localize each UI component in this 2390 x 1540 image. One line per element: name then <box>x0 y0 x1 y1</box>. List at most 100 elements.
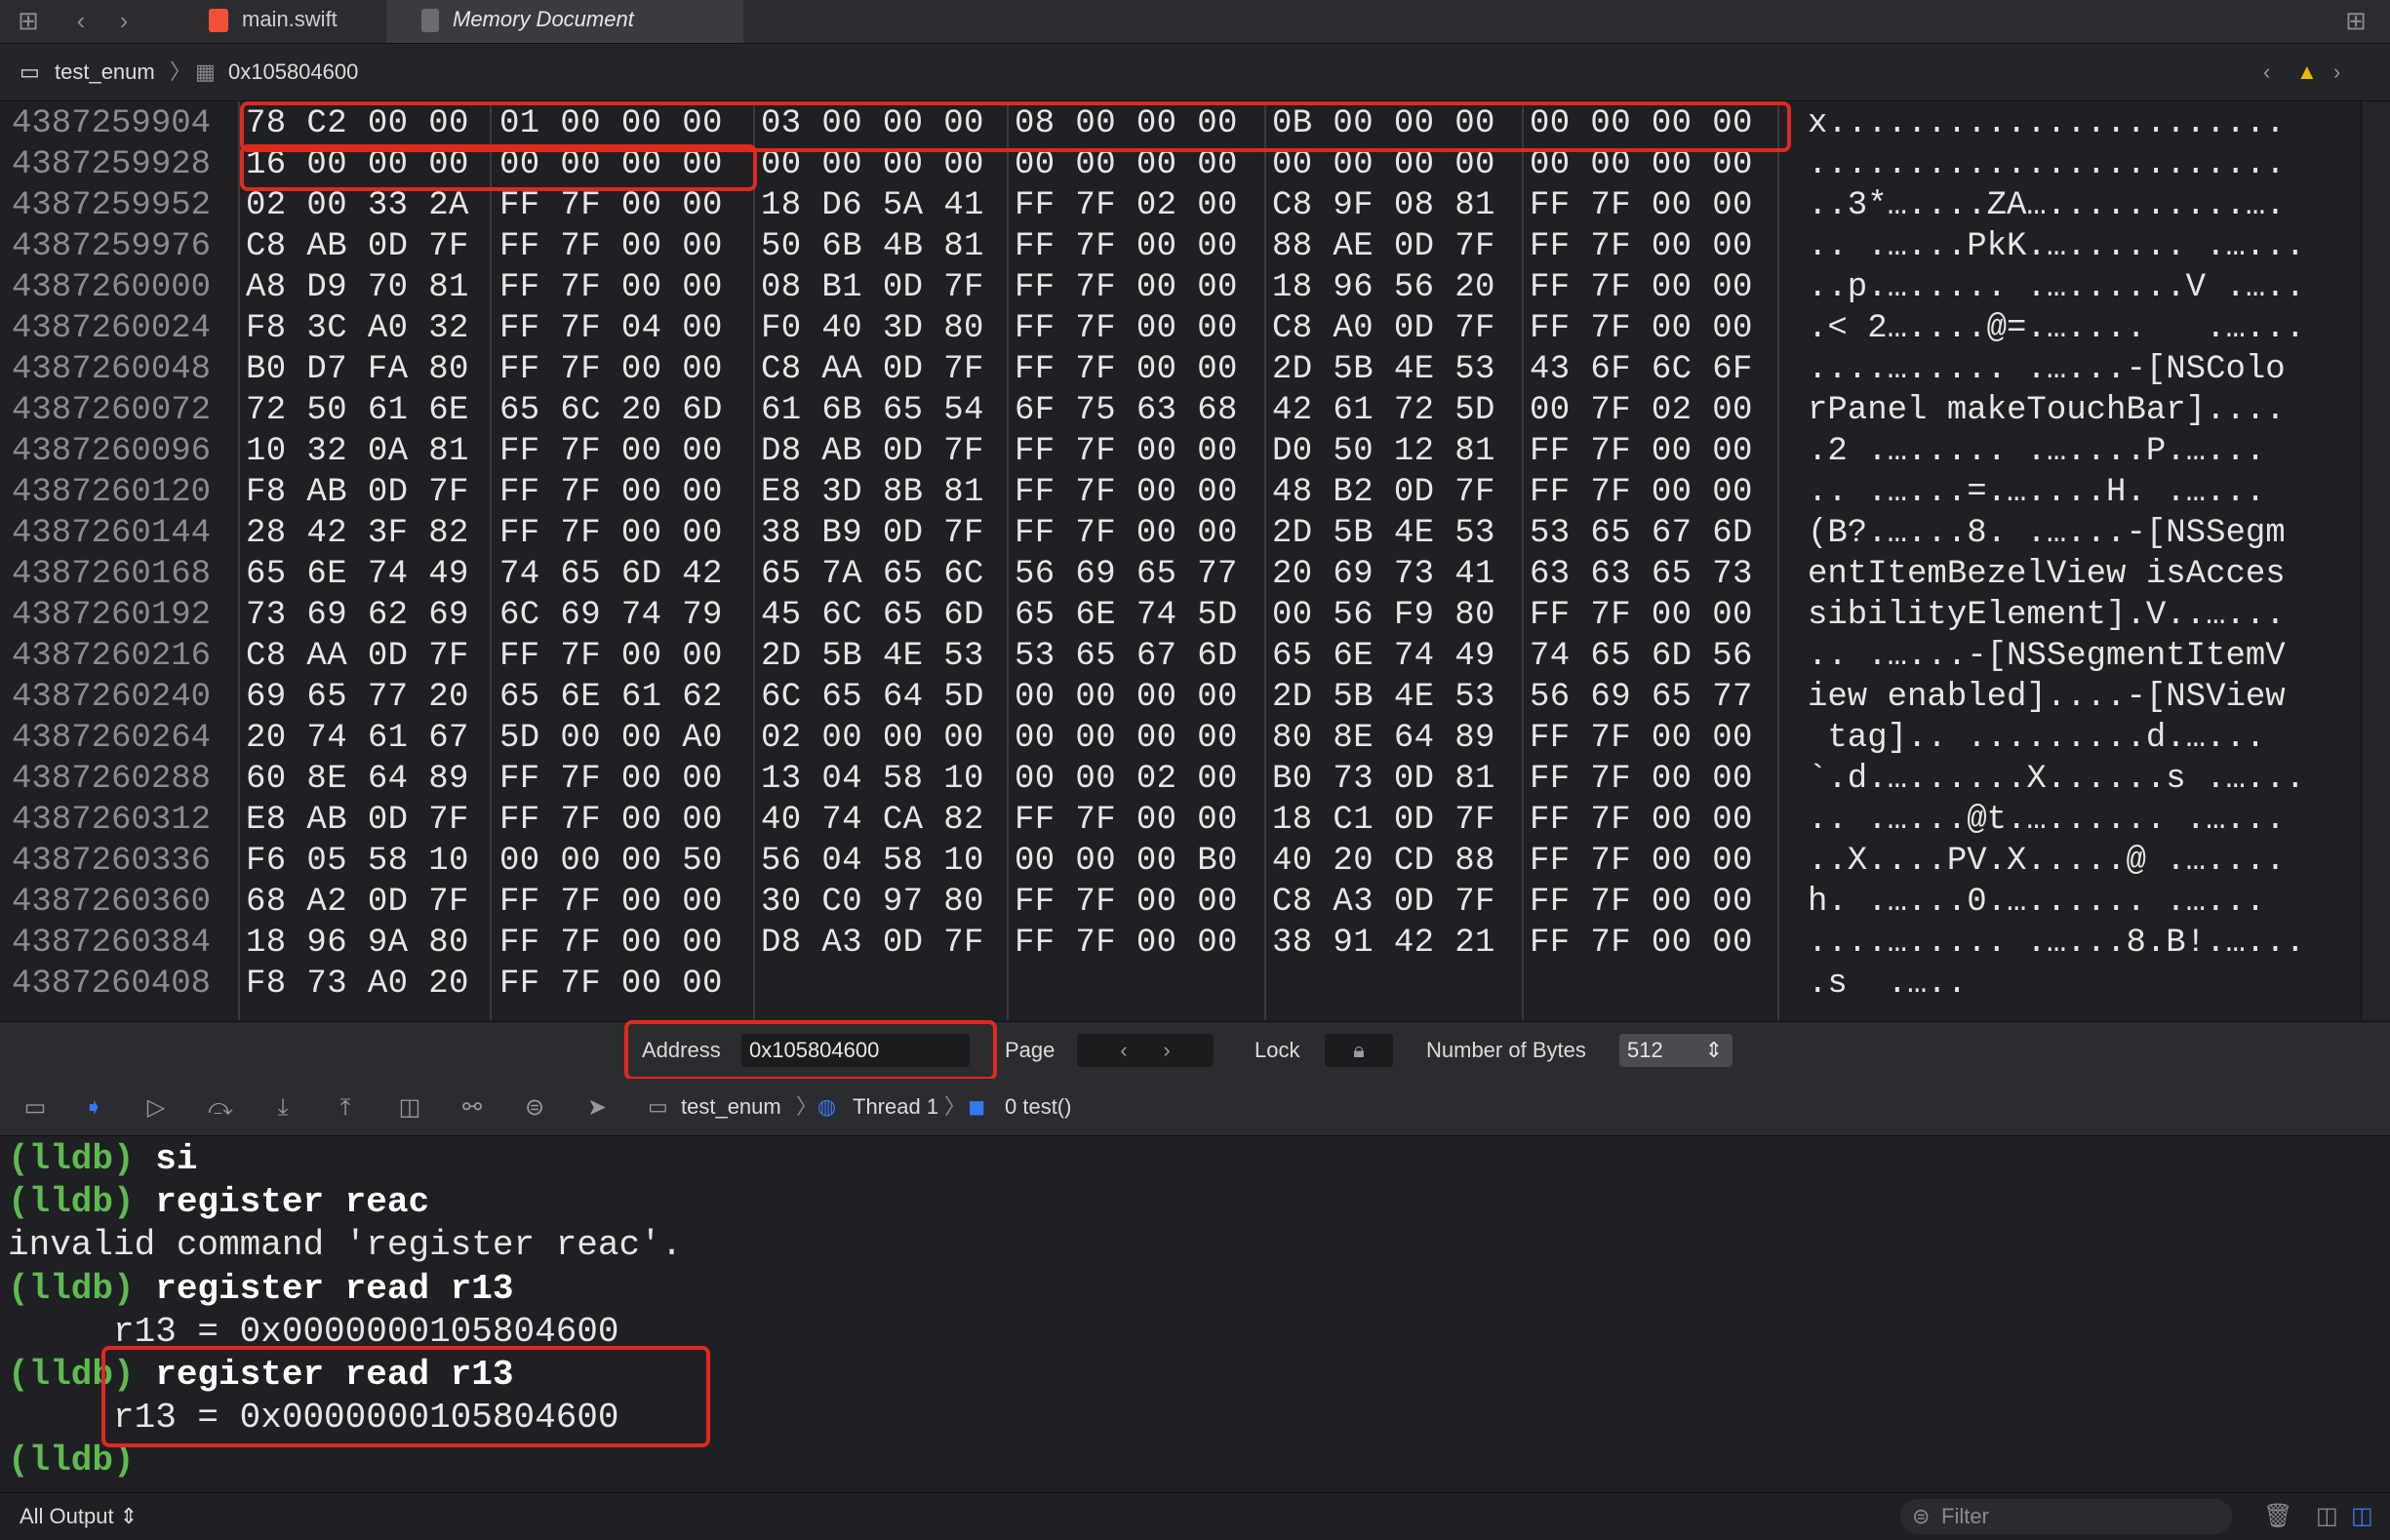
hex-byte-group[interactable]: 18 D6 5A 41 <box>761 187 1011 224</box>
hex-byte-group[interactable]: FF 7F 00 00 <box>1015 884 1264 921</box>
step-over-icon[interactable]: ⤼ <box>205 1092 236 1124</box>
hex-byte-group[interactable]: 72 50 61 6E <box>246 392 496 429</box>
ascii-text[interactable]: h. .…...0.…...... .…... <box>1808 884 2334 921</box>
hex-byte-group[interactable]: 13 04 58 10 <box>761 761 1011 798</box>
hex-byte-group[interactable]: 00 00 00 00 <box>761 146 1011 183</box>
hex-byte-group[interactable]: 65 6E 74 5D <box>1015 597 1264 634</box>
ascii-text[interactable]: `.d.…......X......s .…... <box>1808 761 2334 798</box>
hex-byte-group[interactable]: 2D 5B 4E 53 <box>1272 351 1522 388</box>
hex-byte-group[interactable]: 38 91 42 21 <box>1272 925 1522 962</box>
hex-byte-group[interactable]: FF 7F 00 00 <box>1015 228 1264 265</box>
hex-byte-group[interactable]: 03 00 00 00 <box>761 105 1011 142</box>
hex-byte-group[interactable]: 00 00 00 50 <box>499 843 749 880</box>
memory-graph-icon[interactable]: ⚯ <box>457 1092 488 1124</box>
ascii-text[interactable]: entItemBezelView isAcces <box>1808 556 2334 593</box>
hex-byte-group[interactable]: F8 3C A0 32 <box>246 310 496 347</box>
output-selector[interactable]: All Output ⇕ <box>20 1493 138 1540</box>
hex-byte-group[interactable]: 60 8E 64 89 <box>246 761 496 798</box>
ascii-text[interactable]: sibilityElement].V..…... <box>1808 597 2334 634</box>
hex-byte-group[interactable]: 38 B9 0D 7F <box>761 515 1011 552</box>
ascii-text[interactable]: x....................... <box>1808 105 2334 142</box>
debug-breadcrumb-thread[interactable]: Thread 1 <box>853 1079 938 1135</box>
page-stepper[interactable]: ‹ › <box>1077 1034 1214 1067</box>
ascii-text[interactable]: ..3*…....ZA…..........…. <box>1808 187 2334 224</box>
hex-byte-group[interactable]: 65 6E 74 49 <box>246 556 496 593</box>
hex-byte-group[interactable]: FF 7F 00 00 <box>499 187 749 224</box>
hex-byte-group[interactable]: 00 00 00 00 <box>1015 146 1264 183</box>
hex-byte-group[interactable]: D8 A3 0D 7F <box>761 925 1011 962</box>
hex-byte-group[interactable]: 16 00 00 00 <box>246 146 496 183</box>
hex-byte-group[interactable]: 6C 69 74 79 <box>499 597 749 634</box>
hex-byte-group[interactable]: FF 7F 00 00 <box>499 802 749 839</box>
hex-byte-group[interactable]: 00 00 00 00 <box>499 146 749 183</box>
chevron-right-icon[interactable]: › <box>1163 1038 1170 1062</box>
hex-byte-group[interactable]: 65 6C 20 6D <box>499 392 749 429</box>
hex-byte-group[interactable]: F8 73 A0 20 <box>246 966 496 1003</box>
hex-byte-group[interactable]: 00 00 00 00 <box>1272 146 1522 183</box>
hex-byte-group[interactable]: 74 65 6D 56 <box>1530 638 1779 675</box>
view-debugger-icon[interactable]: ◫ <box>394 1092 425 1124</box>
hex-byte-group[interactable]: 5D 00 00 A0 <box>499 720 749 757</box>
hex-byte-group[interactable]: D8 AB 0D 7F <box>761 433 1011 470</box>
ascii-text[interactable]: rPanel makeTouchBar].... <box>1808 392 2334 429</box>
environment-overrides-icon[interactable]: ⊜ <box>519 1092 550 1124</box>
hex-byte-group[interactable]: FF 7F 00 00 <box>1530 433 1779 470</box>
ascii-text[interactable]: .< 2…....@=.….... .…... <box>1808 310 2334 347</box>
hex-byte-group[interactable]: FF 7F 00 00 <box>499 474 749 511</box>
breadcrumb-project[interactable]: test_enum <box>55 44 155 100</box>
hex-byte-group[interactable]: FF 7F 00 00 <box>1530 310 1779 347</box>
hex-byte-group[interactable]: F0 40 3D 80 <box>761 310 1011 347</box>
hex-byte-group[interactable]: E8 AB 0D 7F <box>246 802 496 839</box>
breadcrumb-address[interactable]: 0x105804600 <box>228 44 358 100</box>
hex-byte-group[interactable]: 6C 65 64 5D <box>761 679 1011 716</box>
ascii-text[interactable]: ....…..... .…...-[NSColo <box>1808 351 2334 388</box>
hex-byte-group[interactable]: 00 00 00 00 <box>1530 146 1779 183</box>
ascii-text[interactable]: .. .…...=.…....H. .…... <box>1808 474 2334 511</box>
ascii-text[interactable]: ........................ <box>1808 146 2334 183</box>
tab-main-swift[interactable]: main.swift <box>191 0 400 43</box>
hex-byte-group[interactable]: 00 56 F9 80 <box>1272 597 1522 634</box>
breakpoints-toggle-icon[interactable]: ➧ <box>78 1092 109 1124</box>
hex-byte-group[interactable]: 42 61 72 5D <box>1272 392 1522 429</box>
hex-byte-group[interactable]: 00 00 02 00 <box>1015 761 1264 798</box>
address-field[interactable]: 0x105804600 <box>741 1034 970 1067</box>
hex-byte-group[interactable]: 02 00 33 2A <box>246 187 496 224</box>
hex-byte-group[interactable]: FF 7F 00 00 <box>499 884 749 921</box>
hex-byte-group[interactable]: 18 96 56 20 <box>1272 269 1522 306</box>
hex-byte-group[interactable]: C8 AB 0D 7F <box>246 228 496 265</box>
hex-byte-group[interactable]: 69 65 77 20 <box>246 679 496 716</box>
ascii-text[interactable]: ..p.…..... .…......V .….. <box>1808 269 2334 306</box>
hex-byte-group[interactable]: 50 6B 4B 81 <box>761 228 1011 265</box>
hex-byte-group[interactable]: 00 00 00 00 <box>1530 105 1779 142</box>
debug-breadcrumb-frame[interactable]: 0 test() <box>1005 1079 1071 1135</box>
hex-byte-group[interactable]: E8 3D 8B 81 <box>761 474 1011 511</box>
hex-byte-group[interactable]: 65 7A 65 6C <box>761 556 1011 593</box>
hex-byte-group[interactable]: F6 05 58 10 <box>246 843 496 880</box>
hex-byte-group[interactable]: 00 00 00 00 <box>1015 679 1264 716</box>
hex-byte-group[interactable]: 40 74 CA 82 <box>761 802 1011 839</box>
hex-byte-group[interactable]: 00 00 00 B0 <box>1015 843 1264 880</box>
chevron-left-icon[interactable]: ‹ <box>2263 44 2270 100</box>
hex-byte-group[interactable]: FF 7F 00 00 <box>499 761 749 798</box>
hex-byte-group[interactable]: 08 00 00 00 <box>1015 105 1264 142</box>
lldb-console[interactable]: (lldb) si (lldb) register reac invalid com… <box>0 1136 2390 1492</box>
hex-byte-group[interactable]: FF 7F 00 00 <box>1015 351 1264 388</box>
forward-arrow-icon[interactable]: › <box>109 6 139 35</box>
hex-byte-group[interactable]: FF 7F 00 00 <box>499 966 749 1003</box>
hex-byte-group[interactable]: FF 7F 00 00 <box>1530 597 1779 634</box>
hex-byte-group[interactable]: 28 42 3F 82 <box>246 515 496 552</box>
hex-byte-group[interactable]: FF 7F 04 00 <box>499 310 749 347</box>
hex-byte-group[interactable]: FF 7F 00 00 <box>1530 269 1779 306</box>
hex-byte-group[interactable]: FF 7F 00 00 <box>1530 884 1779 921</box>
hex-byte-group[interactable]: 68 A2 0D 7F <box>246 884 496 921</box>
ascii-text[interactable]: .2 .…..... .…....P.…... <box>1808 433 2334 470</box>
simulate-location-icon[interactable]: ➤ <box>581 1092 613 1124</box>
step-out-icon[interactable]: ⤒ <box>330 1092 361 1124</box>
hex-byte-group[interactable]: 80 8E 64 89 <box>1272 720 1522 757</box>
hex-byte-group[interactable]: 63 63 65 73 <box>1530 556 1779 593</box>
ascii-text[interactable]: ....…..... .…...8.B!.…... <box>1808 925 2334 962</box>
hex-byte-group[interactable]: 65 6E 61 62 <box>499 679 749 716</box>
memory-scrollbar[interactable] <box>2361 101 2390 1020</box>
hex-byte-group[interactable]: 40 20 CD 88 <box>1272 843 1522 880</box>
hex-byte-group[interactable]: 78 C2 00 00 <box>246 105 496 142</box>
